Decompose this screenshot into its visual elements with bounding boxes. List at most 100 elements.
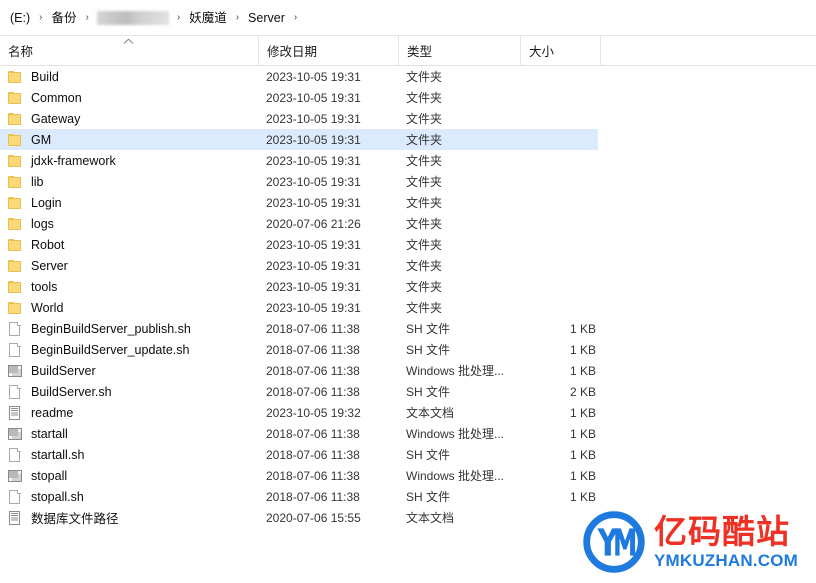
file-list-row[interactable]: startall 2018-07-06 11:38 Windows 批处理... 1 … (0, 423, 816, 444)
file-name-cell[interactable]: Common (0, 90, 266, 106)
folder-icon (7, 111, 23, 127)
breadcrumb-item[interactable]: 备份 (47, 8, 80, 28)
column-header-row: 名称 修改日期 类型 大小 (0, 35, 816, 66)
file-list-row[interactable]: lib 2023-10-05 19:31 文件夹 (0, 171, 816, 192)
file-list-row[interactable]: readme 2023-10-05 19:32 文本文档 1 KB (0, 402, 816, 423)
file-name-cell[interactable]: BuildServer (0, 363, 266, 379)
file-name-cell[interactable]: 数据库文件路径 (0, 508, 266, 527)
column-header-type[interactable]: 类型 (398, 35, 520, 65)
file-list-row[interactable]: tools 2023-10-05 19:31 文件夹 (0, 276, 816, 297)
sort-ascending-icon (122, 37, 134, 47)
file-name-cell[interactable]: lib (0, 174, 266, 190)
column-header-date-modified[interactable]: 修改日期 (258, 35, 398, 65)
file-list-row[interactable]: startall.sh 2018-07-06 11:38 SH 文件 1 KB (0, 444, 816, 465)
file-list-row[interactable]: stopall 2018-07-06 11:38 Windows 批处理... 1 K… (0, 465, 816, 486)
folder-icon (7, 237, 23, 253)
file-list-row[interactable]: BeginBuildServer_update.sh 2018-07-06 11:… (0, 339, 816, 360)
file-list-row[interactable]: Build 2023-10-05 19:31 文件夹 (0, 66, 816, 87)
file-list-row[interactable]: GM 2023-10-05 19:31 文件夹 (0, 129, 816, 150)
folder-icon (7, 90, 23, 106)
file-type-cell: 文件夹 (406, 196, 443, 210)
file-date-cell: 2023-10-05 19:31 (266, 90, 361, 105)
file-name-cell[interactable]: startall (0, 426, 266, 442)
file-size-cell: 1 KB (569, 321, 596, 336)
file-name-cell[interactable]: stopall (0, 468, 266, 484)
file-name-cell[interactable]: Server (0, 258, 266, 274)
file-size-cell: 1 KB (569, 447, 596, 462)
breadcrumb-item[interactable]: Server (244, 8, 289, 28)
file-name-cell[interactable]: GM (0, 132, 266, 148)
folder-icon (7, 153, 23, 169)
file-list-row[interactable]: BuildServer.sh 2018-07-06 11:38 SH 文件 2 KB (0, 381, 816, 402)
file-date-cell: 2018-07-06 11:38 (266, 342, 360, 357)
file-list-row[interactable]: BuildServer 2018-07-06 11:38 Windows 批处理..… (0, 360, 816, 381)
file-size-cell: 1 KB (569, 468, 596, 483)
file-date-cell: 2018-07-06 11:38 (266, 384, 360, 399)
file-list-row[interactable]: World 2023-10-05 19:31 文件夹 (0, 297, 816, 318)
file-list-row[interactable]: jdxk-framework 2023-10-05 19:31 文件夹 (0, 150, 816, 171)
file-name-cell[interactable]: tools (0, 279, 266, 295)
file-icon (7, 384, 23, 400)
address-bar[interactable]: (E:) › 备份 › › 妖魔道 › Server › (0, 0, 816, 36)
file-name-cell[interactable]: BeginBuildServer_update.sh (0, 342, 266, 358)
file-name-cell[interactable]: Login (0, 195, 266, 211)
file-type-cell: 文件夹 (406, 91, 443, 105)
file-date-cell: 2023-10-05 19:31 (266, 153, 361, 168)
file-list-row[interactable]: stopall.sh 2018-07-06 11:38 SH 文件 1 KB (0, 486, 816, 507)
file-type-cell: SH 文件 (406, 343, 451, 357)
breadcrumb[interactable]: (E:) › 备份 › › 妖魔道 › Server › (6, 8, 302, 28)
column-header-size[interactable]: 大小 (520, 35, 600, 65)
folder-icon (7, 195, 23, 211)
file-type-cell: SH 文件 (406, 385, 451, 399)
folder-icon (7, 69, 23, 85)
file-type-cell: 文件夹 (406, 238, 443, 252)
file-date-cell: 2020-07-06 15:55 (266, 510, 361, 525)
file-name-label: Build (31, 69, 59, 84)
file-list-row[interactable]: BeginBuildServer_publish.sh 2018-07-06 11… (0, 318, 816, 339)
file-name-label: readme (31, 405, 74, 420)
file-date-cell: 2018-07-06 11:38 (266, 321, 360, 336)
file-size-cell: 2 KB (569, 384, 596, 399)
file-date-cell: 2023-10-05 19:31 (266, 237, 361, 252)
file-name-cell[interactable]: Gateway (0, 111, 266, 127)
file-icon (7, 489, 23, 505)
file-list-row[interactable]: Common 2023-10-05 19:31 文件夹 (0, 87, 816, 108)
file-date-cell: 2018-07-06 11:38 (266, 363, 360, 378)
file-list-row[interactable]: Gateway 2023-10-05 19:31 文件夹 (0, 108, 816, 129)
file-date-cell: 2018-07-06 11:38 (266, 489, 360, 504)
breadcrumb-item-redacted[interactable] (96, 10, 169, 25)
file-name-cell[interactable]: startall.sh (0, 447, 266, 463)
ymkuzhan-logo-icon (583, 511, 645, 573)
file-name-cell[interactable]: jdxk-framework (0, 153, 266, 169)
breadcrumb-separator-icon: › (39, 11, 43, 23)
file-date-cell: 2023-10-05 19:31 (266, 132, 361, 147)
file-type-cell: SH 文件 (406, 322, 451, 336)
file-date-cell: 2023-10-05 19:31 (266, 195, 361, 210)
file-name-cell[interactable]: World (0, 300, 266, 316)
file-name-cell[interactable]: Robot (0, 237, 266, 253)
file-list-row[interactable]: Robot 2023-10-05 19:31 文件夹 (0, 234, 816, 255)
file-name-cell[interactable]: Build (0, 69, 266, 85)
file-name-label: World (31, 300, 64, 315)
watermark-en-text: YMKUZHAN.COM (653, 551, 798, 570)
file-type-cell: 文件夹 (406, 154, 443, 168)
breadcrumb-item[interactable]: 妖魔道 (185, 8, 231, 28)
file-name-cell[interactable]: readme (0, 405, 266, 421)
column-header-name[interactable]: 名称 (0, 35, 258, 65)
file-list-row[interactable]: logs 2020-07-06 21:26 文件夹 (0, 213, 816, 234)
file-date-cell: 2023-10-05 19:32 (266, 405, 361, 420)
breadcrumb-item[interactable]: (E:) (6, 8, 34, 28)
file-list-row[interactable]: Server 2023-10-05 19:31 文件夹 (0, 255, 816, 276)
folder-icon (7, 258, 23, 274)
file-list-row[interactable]: Login 2023-10-05 19:31 文件夹 (0, 192, 816, 213)
folder-icon (7, 132, 23, 148)
file-date-cell: 2023-10-05 19:31 (266, 174, 361, 189)
batch-file-icon (7, 426, 23, 442)
file-date-cell: 2018-07-06 11:38 (266, 468, 360, 483)
file-name-cell[interactable]: BeginBuildServer_publish.sh (0, 321, 266, 337)
file-list[interactable]: Build 2023-10-05 19:31 文件夹 Common 2023-10-05… (0, 66, 816, 528)
file-name-cell[interactable]: logs (0, 216, 266, 232)
file-type-cell: 文件夹 (406, 70, 443, 84)
file-name-cell[interactable]: stopall.sh (0, 489, 266, 505)
file-name-cell[interactable]: BuildServer.sh (0, 384, 266, 400)
